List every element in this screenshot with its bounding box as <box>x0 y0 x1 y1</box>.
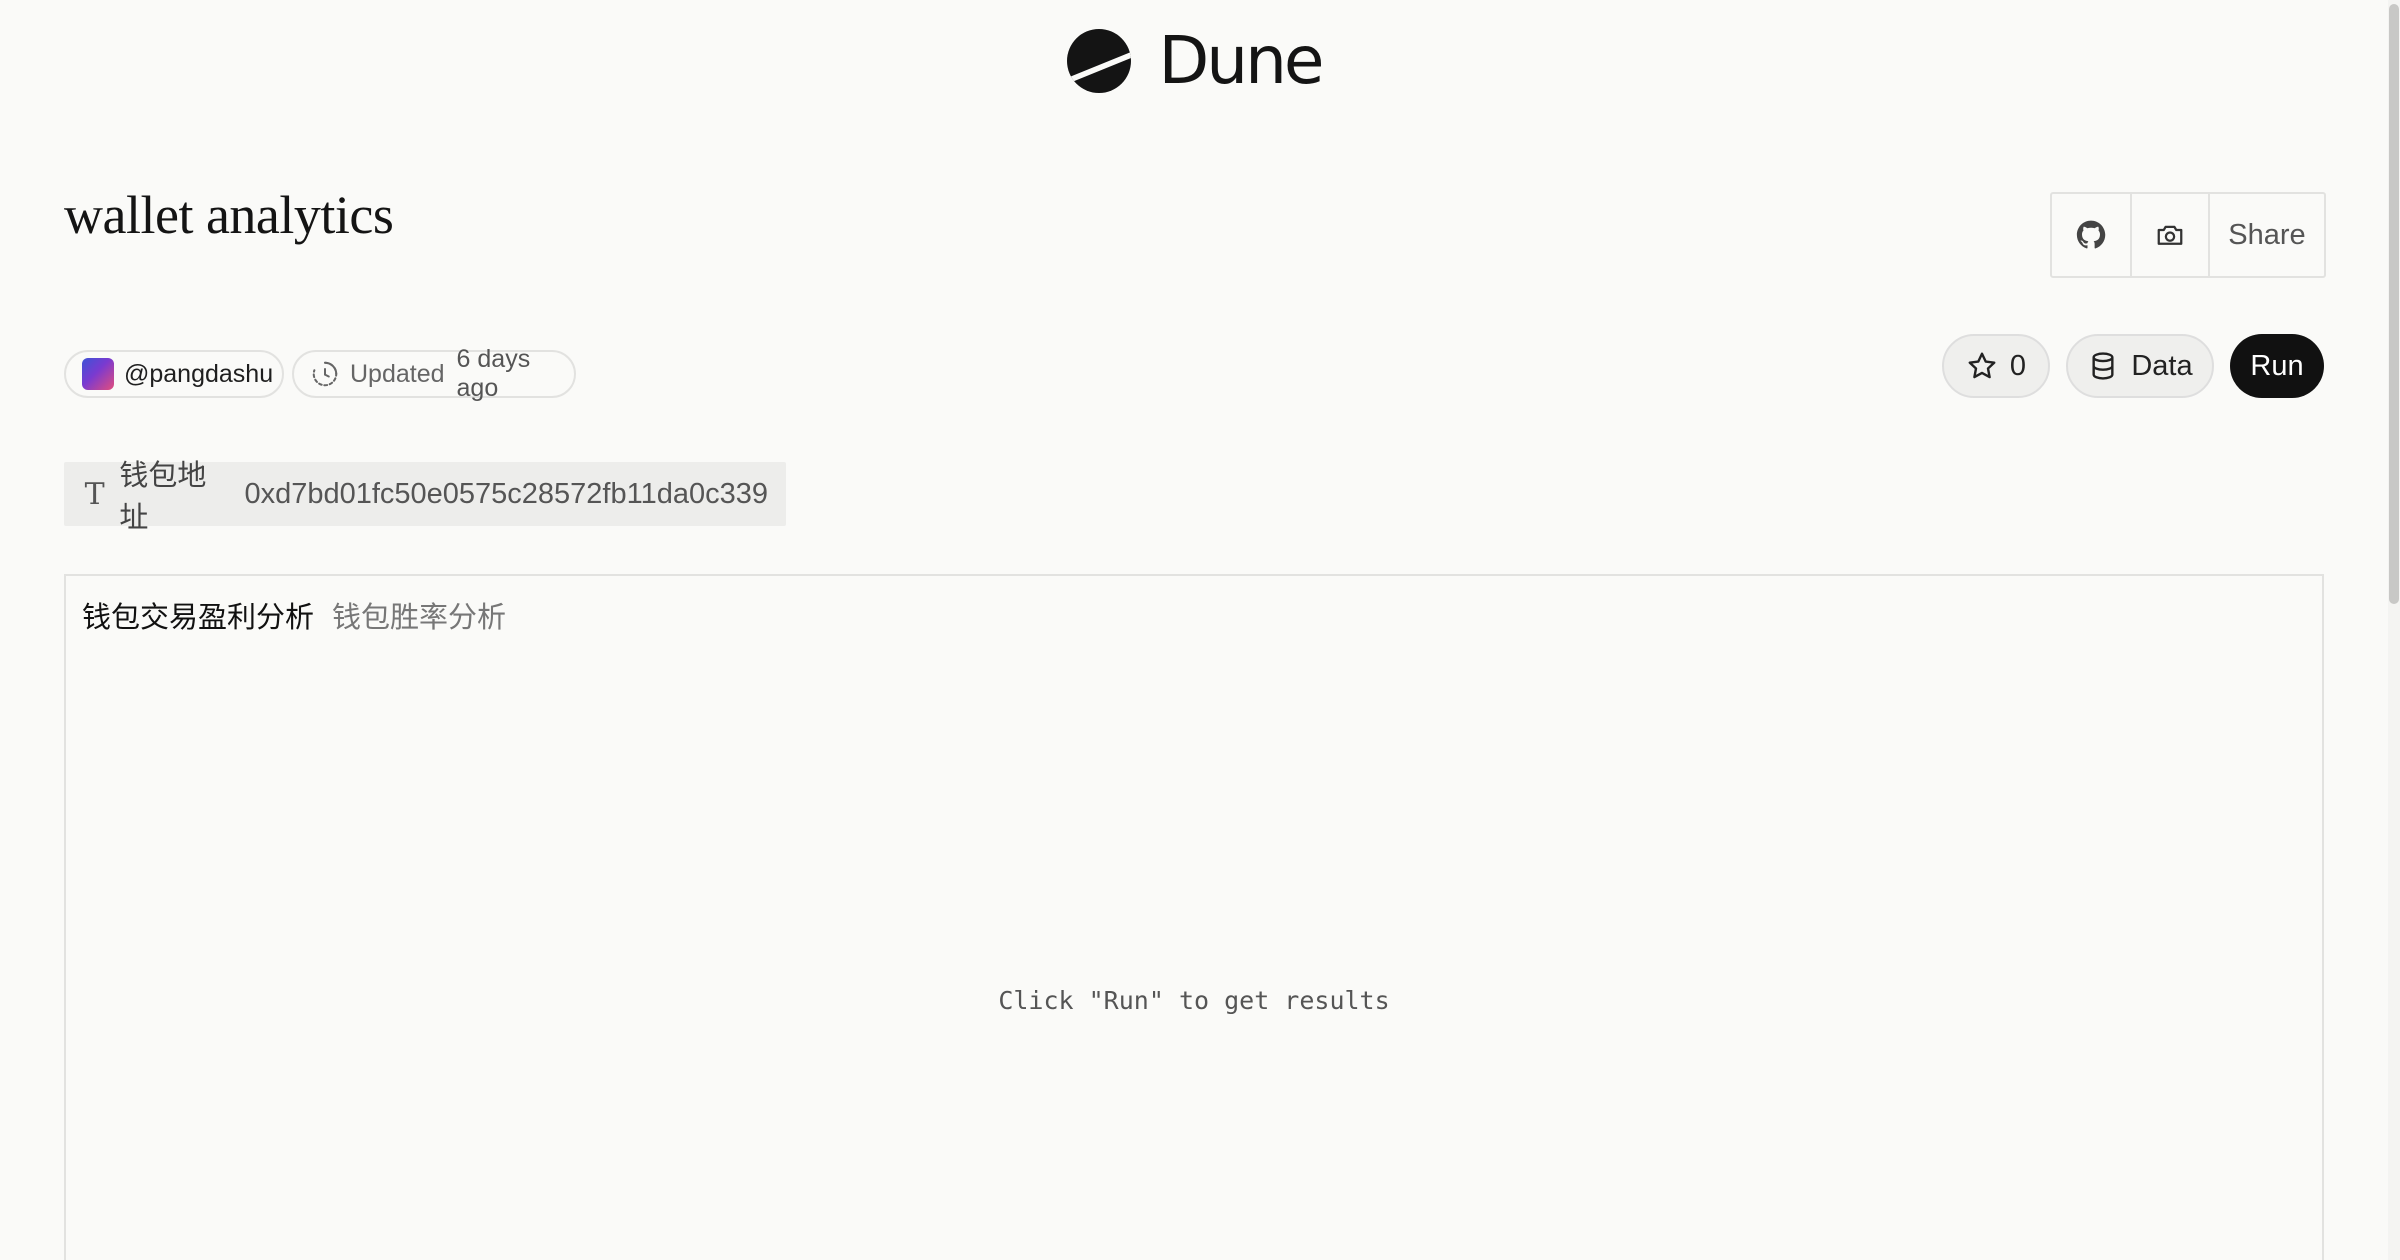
star-count: 0 <box>2009 349 2027 382</box>
star-icon <box>1968 352 1996 379</box>
text-type-icon: T <box>84 476 105 512</box>
screenshot-button[interactable] <box>2130 194 2208 276</box>
data-label: Data <box>2131 349 2193 382</box>
updated-chip: Updated 6 days ago <box>292 345 576 402</box>
dashboard-actions: Share <box>2050 192 2326 278</box>
dune-logo[interactable]: Dune <box>0 28 2388 94</box>
parameter-value: 0xd7bd01fc50e0575c28572fb11da0c339 <box>244 477 768 510</box>
dashboard-page: Dune wallet analytics Share @pangdashu U… <box>0 0 2400 1260</box>
github-button[interactable] <box>2052 194 2130 276</box>
history-clock-icon <box>312 361 338 387</box>
brand-name: Dune <box>1158 22 1324 99</box>
camera-icon <box>2157 225 2183 245</box>
database-icon <box>2092 352 2114 380</box>
share-button[interactable]: Share <box>2208 194 2324 276</box>
data-button[interactable]: Data <box>2066 334 2214 398</box>
dune-logo-icon <box>1067 29 1132 93</box>
author-chip[interactable]: @pangdashu <box>64 350 284 398</box>
tab-wallet-profit-analysis[interactable]: 钱包交易盈利分析 <box>82 594 314 636</box>
star-button[interactable]: 0 <box>1942 334 2050 398</box>
parameter-label: 钱包地址 <box>119 460 207 534</box>
wallet-address-parameter[interactable]: T 钱包地址 0xd7bd01fc50e0575c28572fb11da0c33… <box>64 460 786 534</box>
tab-wallet-win-rate-analysis[interactable]: 钱包胜率分析 <box>332 594 506 636</box>
github-icon <box>2076 220 2106 249</box>
scrollbar-thumb[interactable] <box>2389 4 2399 604</box>
avatar <box>82 358 114 390</box>
page-scrollbar[interactable] <box>2388 0 2400 1260</box>
updated-value: 6 days ago <box>456 345 531 402</box>
visualization-tabs: 钱包交易盈利分析 钱包胜率分析 <box>82 594 506 636</box>
empty-results-message: Click "Run" to get results <box>998 986 1390 1015</box>
author-name: @pangdashu <box>124 359 274 388</box>
page-title: wallet analytics <box>64 185 394 245</box>
results-panel: 钱包交易盈利分析 钱包胜率分析 Click "Run" to get resul… <box>64 574 2324 1260</box>
run-button[interactable]: Run <box>2230 334 2324 398</box>
updated-label: Updated <box>350 359 445 388</box>
